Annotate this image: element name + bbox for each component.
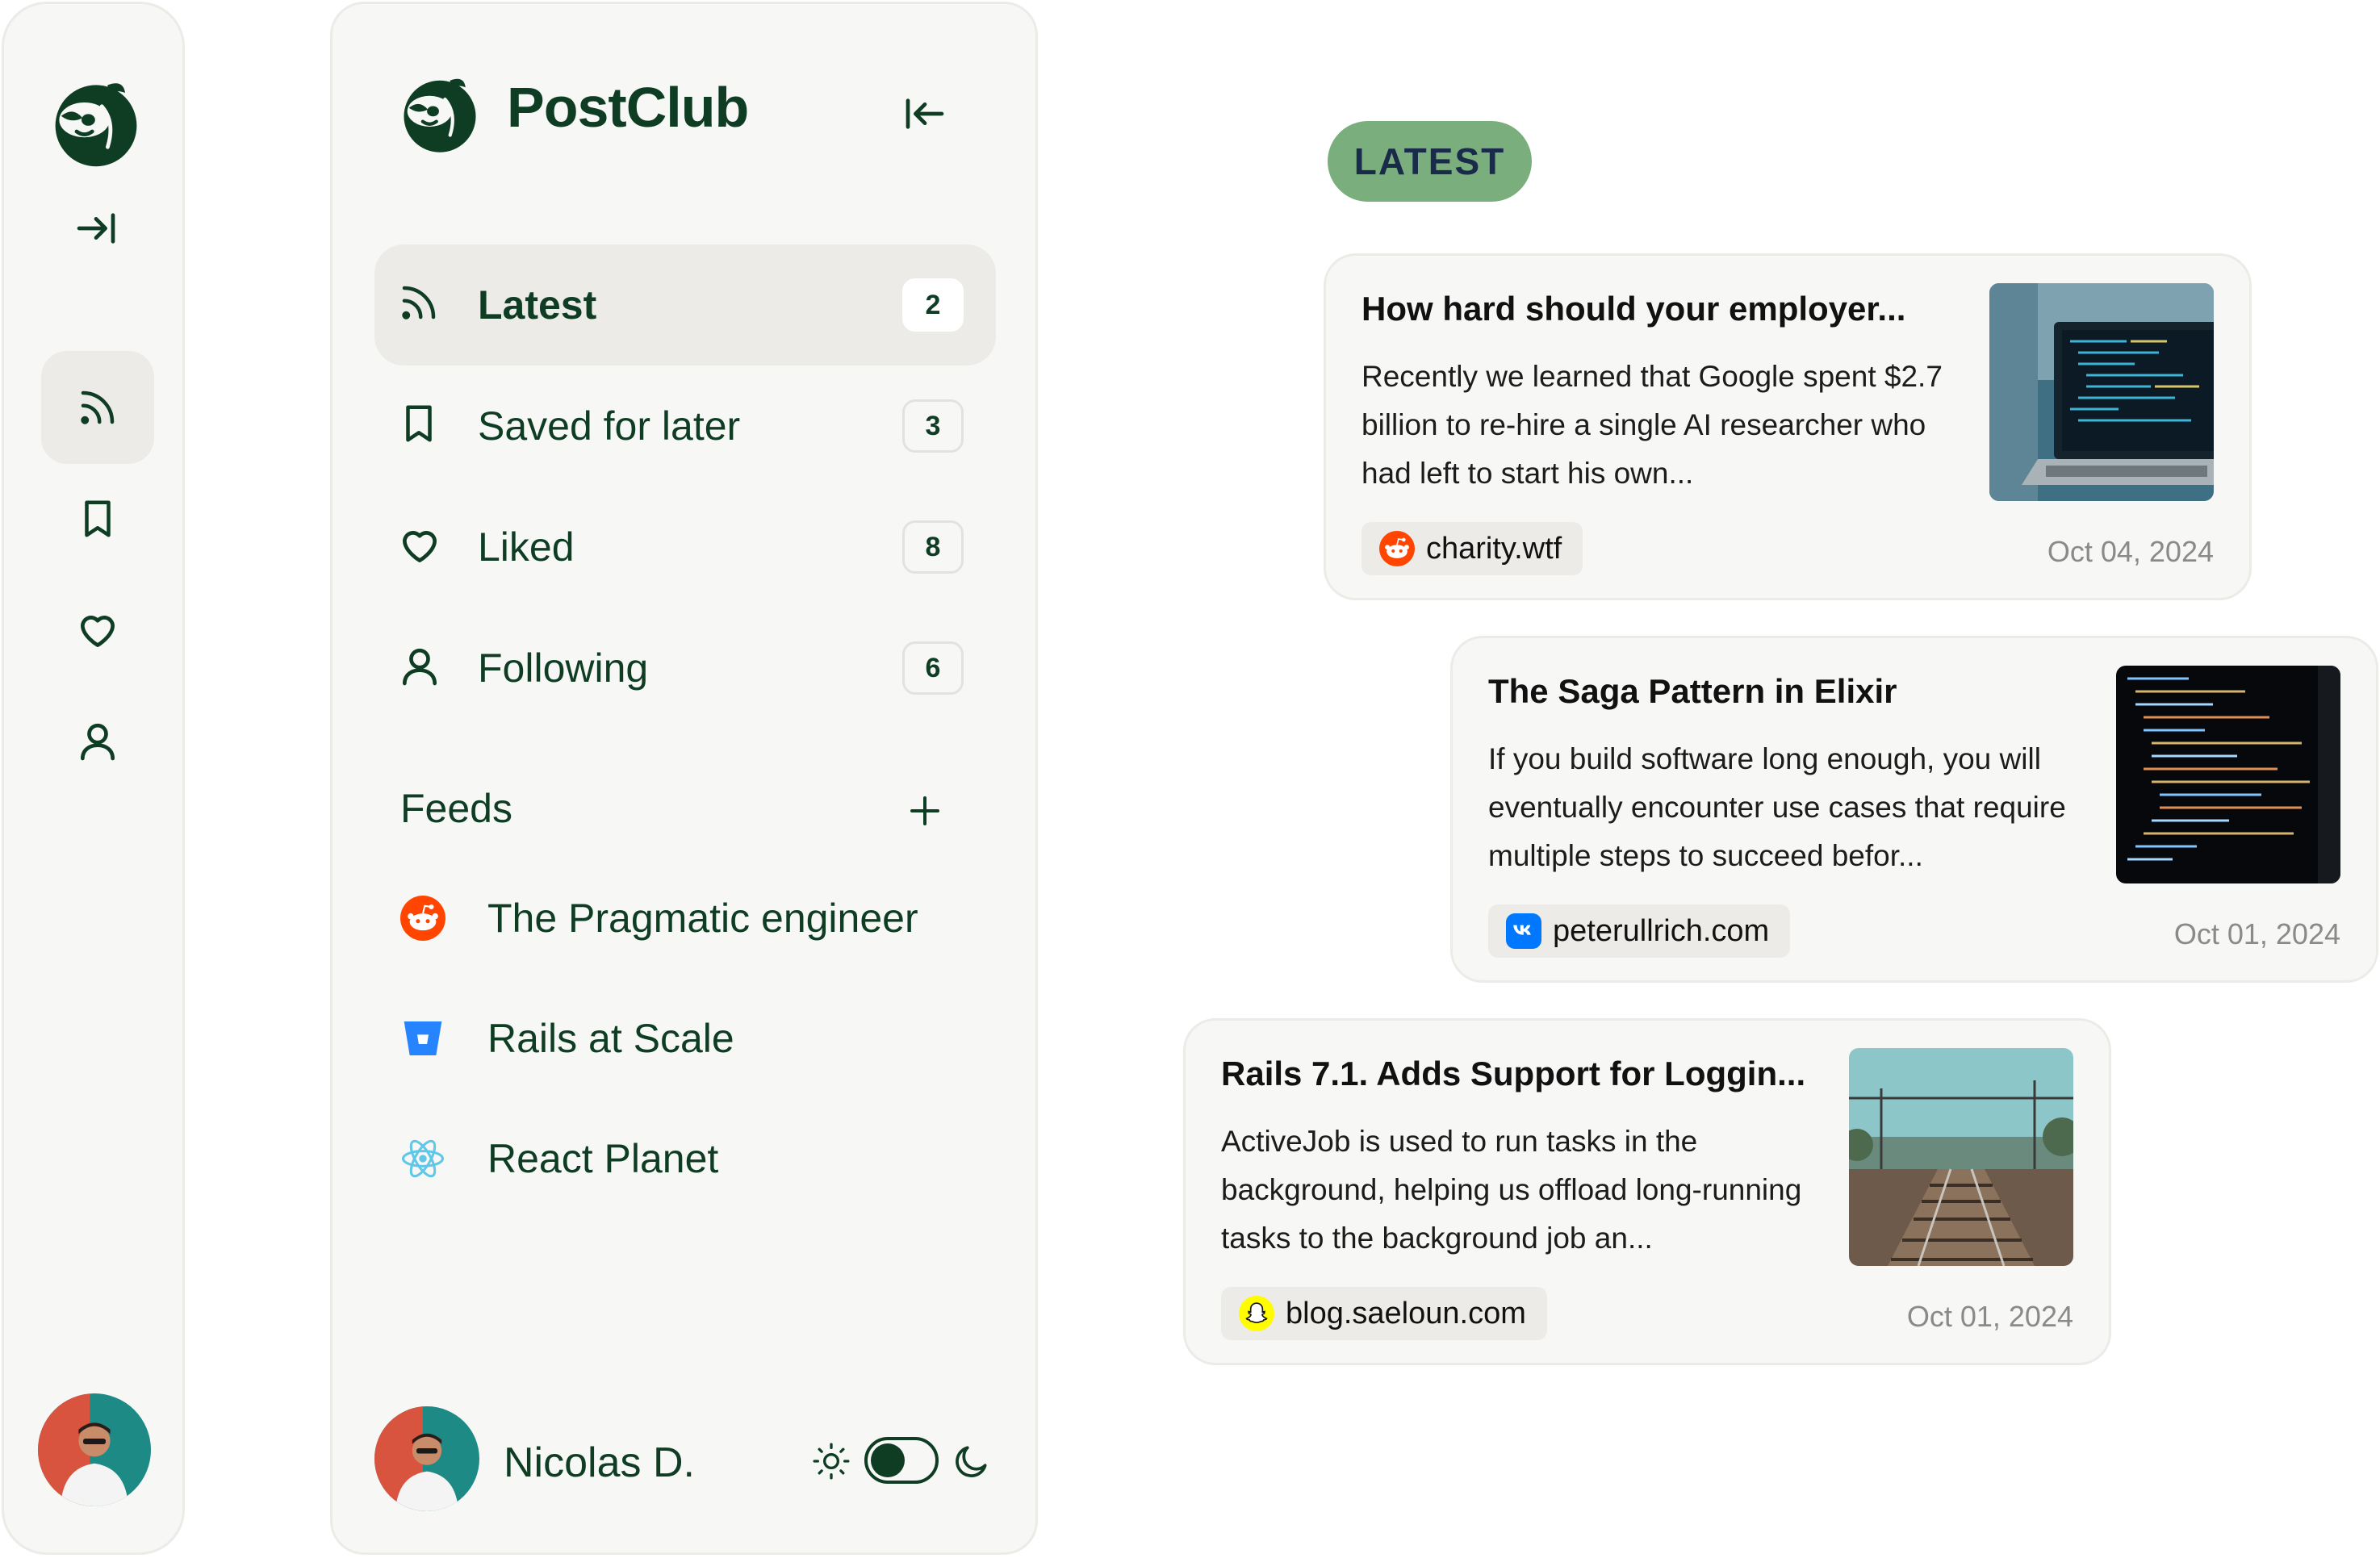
vk-icon: [1506, 913, 1541, 949]
count-badge: 2: [902, 278, 964, 332]
bookmark-icon[interactable]: [73, 495, 122, 543]
feed-label: React Planet: [487, 1136, 719, 1181]
heart-icon: [397, 523, 445, 571]
feed-label: The Pragmatic engineer: [487, 896, 918, 941]
snapchat-icon: [1239, 1296, 1274, 1331]
feed-label: Rails at Scale: [487, 1016, 734, 1061]
app-name: PostClub: [507, 76, 749, 139]
count-badge: 8: [902, 520, 964, 574]
post-thumbnail: [1849, 1048, 2073, 1266]
reddit-icon: [1379, 531, 1415, 566]
feeds-heading: Feeds: [400, 786, 512, 831]
react-icon: [400, 1136, 445, 1181]
post-date: Oct 04, 2024: [2047, 535, 2214, 568]
bitbucket-icon: [400, 1016, 445, 1061]
sloth-logo-icon: [395, 69, 484, 157]
source-name: charity.wtf: [1426, 531, 1562, 566]
nav-item-saved-for-later[interactable]: Saved for later 3: [374, 365, 996, 487]
post-title[interactable]: The Saga Pattern in Elixir: [1488, 672, 1897, 711]
count-badge: 6: [902, 641, 964, 695]
sloth-logo-icon: [48, 73, 144, 170]
nav-item-label: Saved for later: [478, 403, 741, 449]
sun-icon[interactable]: [810, 1440, 852, 1482]
post-title[interactable]: Rails 7.1. Adds Support for Loggin...: [1221, 1055, 1805, 1093]
rss-icon: [73, 383, 122, 432]
user-name: Nicolas D.: [504, 1439, 695, 1486]
nav-item-latest[interactable]: Latest 2: [374, 244, 996, 365]
avatar[interactable]: [374, 1406, 479, 1511]
collapsed-sidebar: [2, 2, 185, 1555]
nav-item-label: Following: [478, 645, 649, 691]
source-name: peterullrich.com: [1553, 913, 1770, 948]
post-thumbnail: [2116, 666, 2340, 883]
reddit-icon: [400, 896, 445, 941]
post-card[interactable]: Rails 7.1. Adds Support for Loggin... Ac…: [1183, 1018, 2111, 1365]
nav-item-label: Liked: [478, 524, 575, 570]
feed-item-the-pragmatic-engineer[interactable]: The Pragmatic engineer: [400, 882, 981, 954]
expand-sidebar-icon[interactable]: [72, 204, 120, 253]
post-thumbnail: [1989, 283, 2214, 501]
toggle-knob: [871, 1443, 905, 1477]
feed-item-rails-at-scale[interactable]: Rails at Scale: [400, 1002, 981, 1075]
theme-toggle[interactable]: [864, 1437, 939, 1484]
feed-item-react-planet[interactable]: React Planet: [400, 1122, 981, 1195]
post-date: Oct 01, 2024: [2173, 917, 2340, 950]
post-excerpt: ActiveJob is used to run tasks in the ba…: [1221, 1125, 1802, 1255]
post-excerpt: If you build software long enough, you w…: [1488, 742, 2066, 872]
nav-item-following[interactable]: Following 6: [374, 608, 996, 729]
collapse-sidebar-icon[interactable]: [901, 90, 949, 138]
section-pill: LATEST: [1328, 121, 1532, 202]
user-icon[interactable]: [73, 717, 122, 766]
user-icon: [397, 644, 445, 692]
nav-item-liked[interactable]: Liked 8: [374, 487, 996, 608]
source-chip[interactable]: charity.wtf: [1361, 522, 1583, 575]
heart-icon[interactable]: [73, 606, 122, 654]
post-title[interactable]: How hard should your employer...: [1361, 290, 1905, 328]
post-date: Oct 01, 2024: [1906, 1300, 2073, 1333]
expanded-sidebar: PostClub Latest 2 Saved for later 3 Like…: [330, 2, 1038, 1555]
count-badge: 3: [902, 399, 964, 453]
nav-item-label: Latest: [478, 282, 597, 328]
source-chip[interactable]: blog.saeloun.com: [1221, 1287, 1547, 1340]
avatar[interactable]: [38, 1393, 151, 1506]
moon-icon[interactable]: [951, 1440, 993, 1482]
post-card[interactable]: The Saga Pattern in Elixir If you build …: [1450, 636, 2378, 983]
post-excerpt: Recently we learned that Google spent $2…: [1361, 360, 1943, 490]
bookmark-icon: [397, 402, 445, 450]
add-feed-icon[interactable]: [902, 788, 947, 833]
post-card[interactable]: How hard should your employer... Recentl…: [1324, 253, 2252, 600]
source-name: blog.saeloun.com: [1286, 1296, 1526, 1330]
rss-icon: [397, 281, 445, 329]
source-chip[interactable]: peterullrich.com: [1488, 904, 1791, 958]
